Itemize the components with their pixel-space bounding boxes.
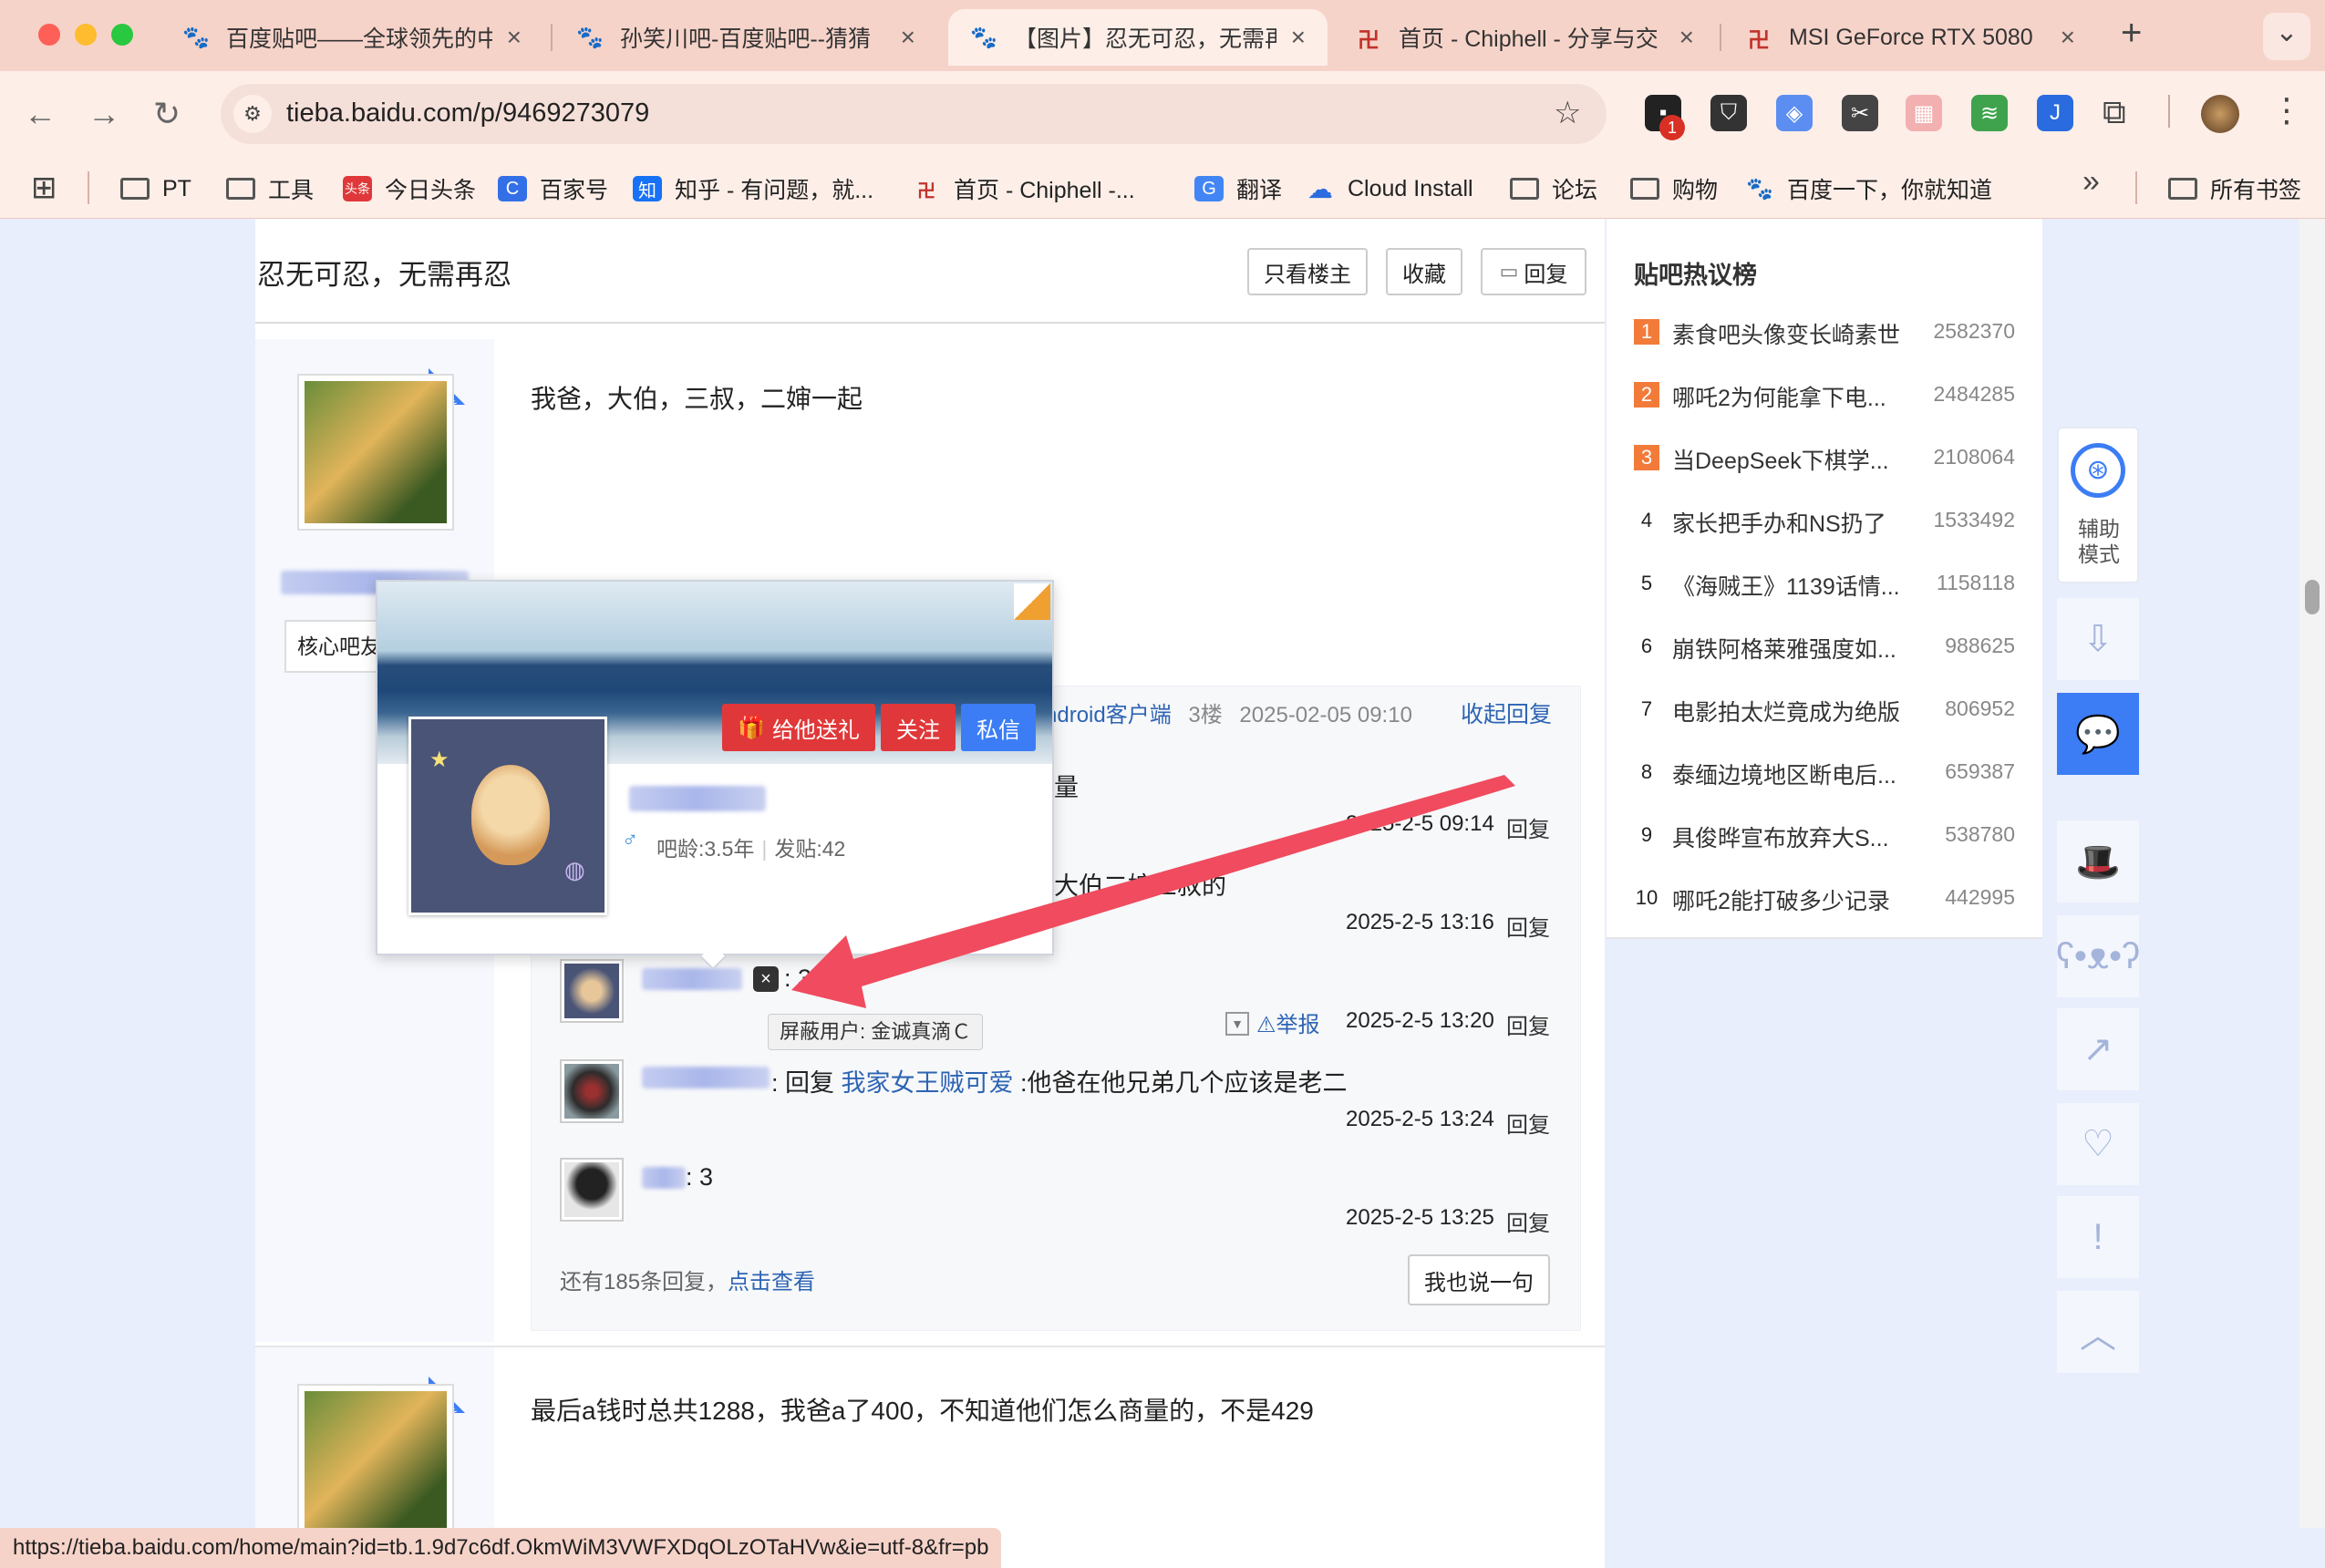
hot-topic-link[interactable]: 哪吒2为何能拿下电... — [1672, 380, 1900, 413]
hot-rank-number: 10 — [1635, 886, 1658, 909]
hot-topic-link[interactable]: 电影拍太烂竟成为绝版 — [1672, 695, 1900, 727]
assist-mode-label: 辅助模式 — [2078, 517, 2120, 566]
page-scrollbar[interactable] — [2299, 219, 2325, 1528]
hot-topic-count: 1158118 — [1936, 571, 2015, 594]
hot-topic-count: 538780 — [1945, 822, 2015, 846]
hot-rank-number: 9 — [1640, 823, 1653, 846]
hot-topic-link[interactable]: 素食吧头像变长崎素世 — [1672, 317, 1900, 350]
back-to-top-icon[interactable]: ︿ — [2057, 1291, 2139, 1373]
hot-topic-link[interactable]: 具俊晔宣布放弃大S... — [1672, 820, 1900, 853]
hot-topic-count: 659387 — [1945, 759, 2015, 783]
hot-topic-link[interactable]: 泰缅边境地区断电后... — [1672, 758, 1900, 790]
hot-topic-count: 1533492 — [1933, 508, 2015, 531]
hot-topics-title: 贴吧热议榜 — [1634, 262, 1757, 289]
hot-topic-count: 806952 — [1945, 696, 2015, 720]
hot-topic-count: 988625 — [1945, 634, 2015, 657]
hot-topic-count: 2582370 — [1933, 319, 2015, 343]
scrollbar-thumb[interactable] — [2305, 580, 2320, 614]
hot-rank-number: 8 — [1640, 760, 1653, 783]
hot-rank-number: 3 — [1634, 445, 1659, 470]
hot-rank-number: 7 — [1640, 697, 1653, 720]
download-app-icon[interactable]: ⇩ — [2057, 598, 2139, 680]
chat-icon[interactable]: 💬 — [2057, 693, 2139, 775]
hot-rank-number: 4 — [1640, 509, 1653, 531]
arrow-shape — [791, 775, 1515, 1008]
hot-topic-link[interactable]: 《海贼王》1139话情... — [1672, 569, 1900, 602]
status-bar-url: https://tieba.baidu.com/home/main?id=tb.… — [0, 1528, 1002, 1568]
bear-icon[interactable]: ʕ•ᴥ•ʔ — [2056, 915, 2140, 997]
share-icon[interactable]: ↗ — [2057, 1008, 2139, 1090]
hot-topic-link[interactable]: 当DeepSeek下棋学... — [1672, 443, 1900, 476]
hot-topic-link[interactable]: 哪吒2能打破多少记录 — [1672, 883, 1900, 916]
magic-hat-icon[interactable]: 🎩 — [2057, 820, 2139, 903]
hot-rank-number: 2 — [1634, 382, 1659, 407]
wheel-icon: ⊛ — [2071, 443, 2125, 498]
hot-topic-link[interactable]: 崩铁阿格莱雅强度如... — [1672, 632, 1900, 665]
hot-rank-number: 6 — [1640, 634, 1653, 657]
hot-topic-link[interactable]: 家长把手办和NS扔了 — [1672, 506, 1900, 539]
assist-mode-button[interactable]: ⊛ 辅助模式 — [2057, 427, 2139, 583]
hot-topic-count: 2484285 — [1933, 382, 2015, 406]
hot-topic-count: 442995 — [1945, 885, 2015, 909]
hot-topic-count: 2108064 — [1933, 445, 2015, 469]
favorite-heart-icon[interactable]: ♡ — [2057, 1103, 2139, 1185]
report-icon[interactable]: ! — [2057, 1196, 2139, 1278]
hot-rank-number: 5 — [1640, 572, 1653, 594]
hot-rank-number: 1 — [1634, 319, 1659, 345]
